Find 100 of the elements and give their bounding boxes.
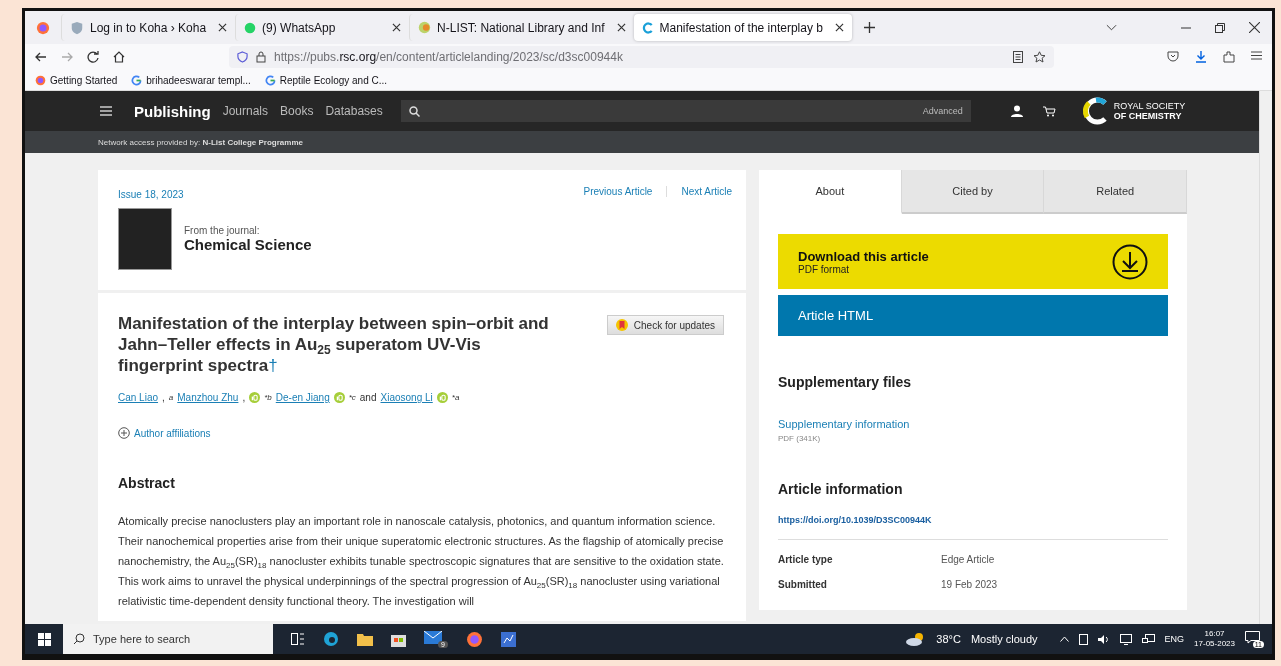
chevron-down-icon[interactable] xyxy=(1106,24,1117,31)
folder-icon[interactable] xyxy=(357,632,373,646)
browser-logo-icon[interactable] xyxy=(466,630,483,648)
section-heading: Supplementary files xyxy=(778,374,913,390)
download-icon[interactable] xyxy=(1195,51,1207,63)
network-icon[interactable] xyxy=(1141,633,1155,645)
info-value: Edge Article xyxy=(941,554,996,565)
previous-article-link[interactable]: Previous Article xyxy=(569,186,668,197)
article-html-button[interactable]: Article HTML xyxy=(778,295,1168,336)
user-icon[interactable] xyxy=(1010,105,1023,117)
reload-icon[interactable] xyxy=(87,51,99,63)
restore-icon[interactable] xyxy=(1215,22,1225,33)
home-icon[interactable] xyxy=(113,51,125,63)
author-link[interactable]: Xiaosong Li xyxy=(380,392,433,403)
browser-logo-icon xyxy=(35,74,46,86)
browser-logo-icon[interactable] xyxy=(36,20,50,35)
abstract-text: Atomically precise nanoclusters play an important role in nanoscale catalysis, photonics, and quantum information science. Their nanochemical properties arise from their unique superatomic electronic structures. As the flagship of atomically precise nanochemistry, the Au$_{25}$(SR)$_{18}$ nanocluster exhibits tunable spectroscopic signatures that are sensitive to the oxidation state. This work aims to unravel the physical underpinnings of the spectral progression of Au$_{25}$(SR)$_{18}$ nanocluster using variational relativistic time-dependent density functional theory. The investigation will xyxy=(118,514,725,609)
author-link[interactable]: Can Liao xyxy=(118,392,159,403)
minimize-icon[interactable] xyxy=(1181,26,1191,29)
affiliation-mark: a xyxy=(168,393,174,402)
nav-link[interactable]: Books xyxy=(280,104,314,118)
article-title: Manifestation of the interplay between spin–orbit and Jahn–Teller effects in Au$_{25}$ superatom UV-Vis fingerprint spectra† xyxy=(118,313,550,376)
info-label: Submitted xyxy=(778,579,828,590)
info-label: Article type xyxy=(778,554,834,565)
temperature-text[interactable]: 38°C xyxy=(936,633,961,645)
shield-icon xyxy=(70,20,84,35)
download-article-button[interactable]: Download this article PDF format xyxy=(778,234,1168,289)
issue-link[interactable]: Issue 18, 2023 xyxy=(118,189,184,200)
shield-icon xyxy=(237,51,248,63)
weather-text[interactable]: Mostly cloudy xyxy=(970,633,1038,645)
new-tab-icon[interactable] xyxy=(863,22,875,33)
browser-tab[interactable]: (9) WhatsApp xyxy=(235,14,410,41)
edge-browser-icon[interactable] xyxy=(323,631,339,647)
reader-view-icon[interactable] xyxy=(1013,51,1023,63)
windows-logo-icon[interactable] xyxy=(37,632,51,646)
close-icon[interactable] xyxy=(392,23,402,32)
author-separator: , xyxy=(242,392,246,403)
affiliation-mark: *b xyxy=(264,393,272,402)
journal-cover-placeholder[interactable] xyxy=(118,208,172,270)
chat-icon xyxy=(244,21,257,34)
nav-link[interactable]: Databases xyxy=(325,104,383,118)
section-heading: Article information xyxy=(778,481,904,497)
brand-name[interactable]: Publishing xyxy=(134,102,211,120)
panel-tab[interactable]: Cited by xyxy=(901,170,1045,214)
plus-circle-icon xyxy=(118,427,130,439)
taskbar-search-field[interactable]: Type here to search xyxy=(63,624,273,654)
cart-icon[interactable] xyxy=(1042,105,1056,117)
g-logo-icon xyxy=(131,74,143,86)
puzzle-piece-icon[interactable] xyxy=(1223,51,1235,63)
info-value: 19 Feb 2023 xyxy=(941,579,999,590)
author-link[interactable]: Manzhou Zhu xyxy=(177,392,239,403)
pocket-icon[interactable] xyxy=(1167,51,1179,62)
close-icon[interactable] xyxy=(616,23,626,32)
task-view-icon[interactable] xyxy=(291,633,305,645)
lock-icon xyxy=(256,51,266,63)
file-size: PDF (341K) xyxy=(778,434,822,443)
browser-tab[interactable]: Manifestation of the interplay b xyxy=(633,14,852,41)
journal-name[interactable]: Chemical Science xyxy=(184,236,312,253)
g-logo-icon xyxy=(264,74,276,86)
browser-tab[interactable]: N-LIST: National Library and Inf xyxy=(409,14,634,41)
society-logo[interactable]: ROYAL SOCIETY OF CHEMISTRY xyxy=(1081,97,1186,125)
close-icon[interactable] xyxy=(218,23,228,32)
author-affiliations-toggle[interactable]: Author affiliations xyxy=(118,427,211,439)
clock[interactable]: 16:07 17-05-2023 xyxy=(1194,629,1235,649)
next-article-link[interactable]: Next Article xyxy=(667,186,732,197)
language-indicator[interactable]: ENG xyxy=(1164,634,1185,644)
chevron-up-icon[interactable] xyxy=(1059,636,1069,642)
nav-link[interactable]: Journals xyxy=(222,104,269,118)
panel-tab[interactable]: About xyxy=(759,170,902,214)
chart-app-icon[interactable] xyxy=(501,631,516,647)
bookmark-icon xyxy=(615,319,628,331)
network-access-text: Network access provided by: N-List College Programme xyxy=(98,137,303,147)
doi-link[interactable]: https://doi.org/10.1039/D3SC00944K xyxy=(778,515,1168,540)
author-joiner: and xyxy=(359,392,377,403)
scrollbar[interactable] xyxy=(1259,91,1272,624)
close-icon[interactable] xyxy=(834,23,844,32)
bookmark-item[interactable]: Getting Started xyxy=(35,74,118,86)
address-bar[interactable]: https://pubs.rsc.org/en/content/articlelanding/2023/sc/d3sc00944k xyxy=(229,46,1054,68)
search-icon xyxy=(73,633,85,645)
browser-tab[interactable]: Log in to Koha › Koha xyxy=(61,14,236,41)
affiliation-mark: *c xyxy=(348,393,356,402)
supplementary-link[interactable]: Supplementary information xyxy=(778,418,1168,430)
check-for-updates-button[interactable]: Check for updates xyxy=(606,315,724,335)
menu-icon[interactable] xyxy=(1251,51,1262,60)
speaker-icon[interactable] xyxy=(1097,633,1110,645)
battery-icon[interactable] xyxy=(1078,633,1088,645)
journal-label: From the journal: xyxy=(184,225,261,236)
search-icon xyxy=(408,105,420,117)
author-separator: , xyxy=(162,392,165,403)
author-link[interactable]: De-en Jiang xyxy=(275,392,330,403)
affiliation-mark: *a xyxy=(451,393,460,402)
bookmark-item[interactable]: brihadeeswarar templ... xyxy=(131,74,251,86)
close-icon[interactable] xyxy=(1249,22,1260,33)
bookmark-item[interactable]: Reptile Ecology and C... xyxy=(264,74,388,86)
search-field[interactable]: Advanced xyxy=(400,100,971,122)
display-icon[interactable] xyxy=(1119,633,1132,645)
star-icon[interactable] xyxy=(1033,51,1046,63)
panel-tab[interactable]: Related xyxy=(1044,170,1187,214)
back-arrow-icon[interactable] xyxy=(35,52,47,62)
c-logo-icon xyxy=(641,21,654,34)
